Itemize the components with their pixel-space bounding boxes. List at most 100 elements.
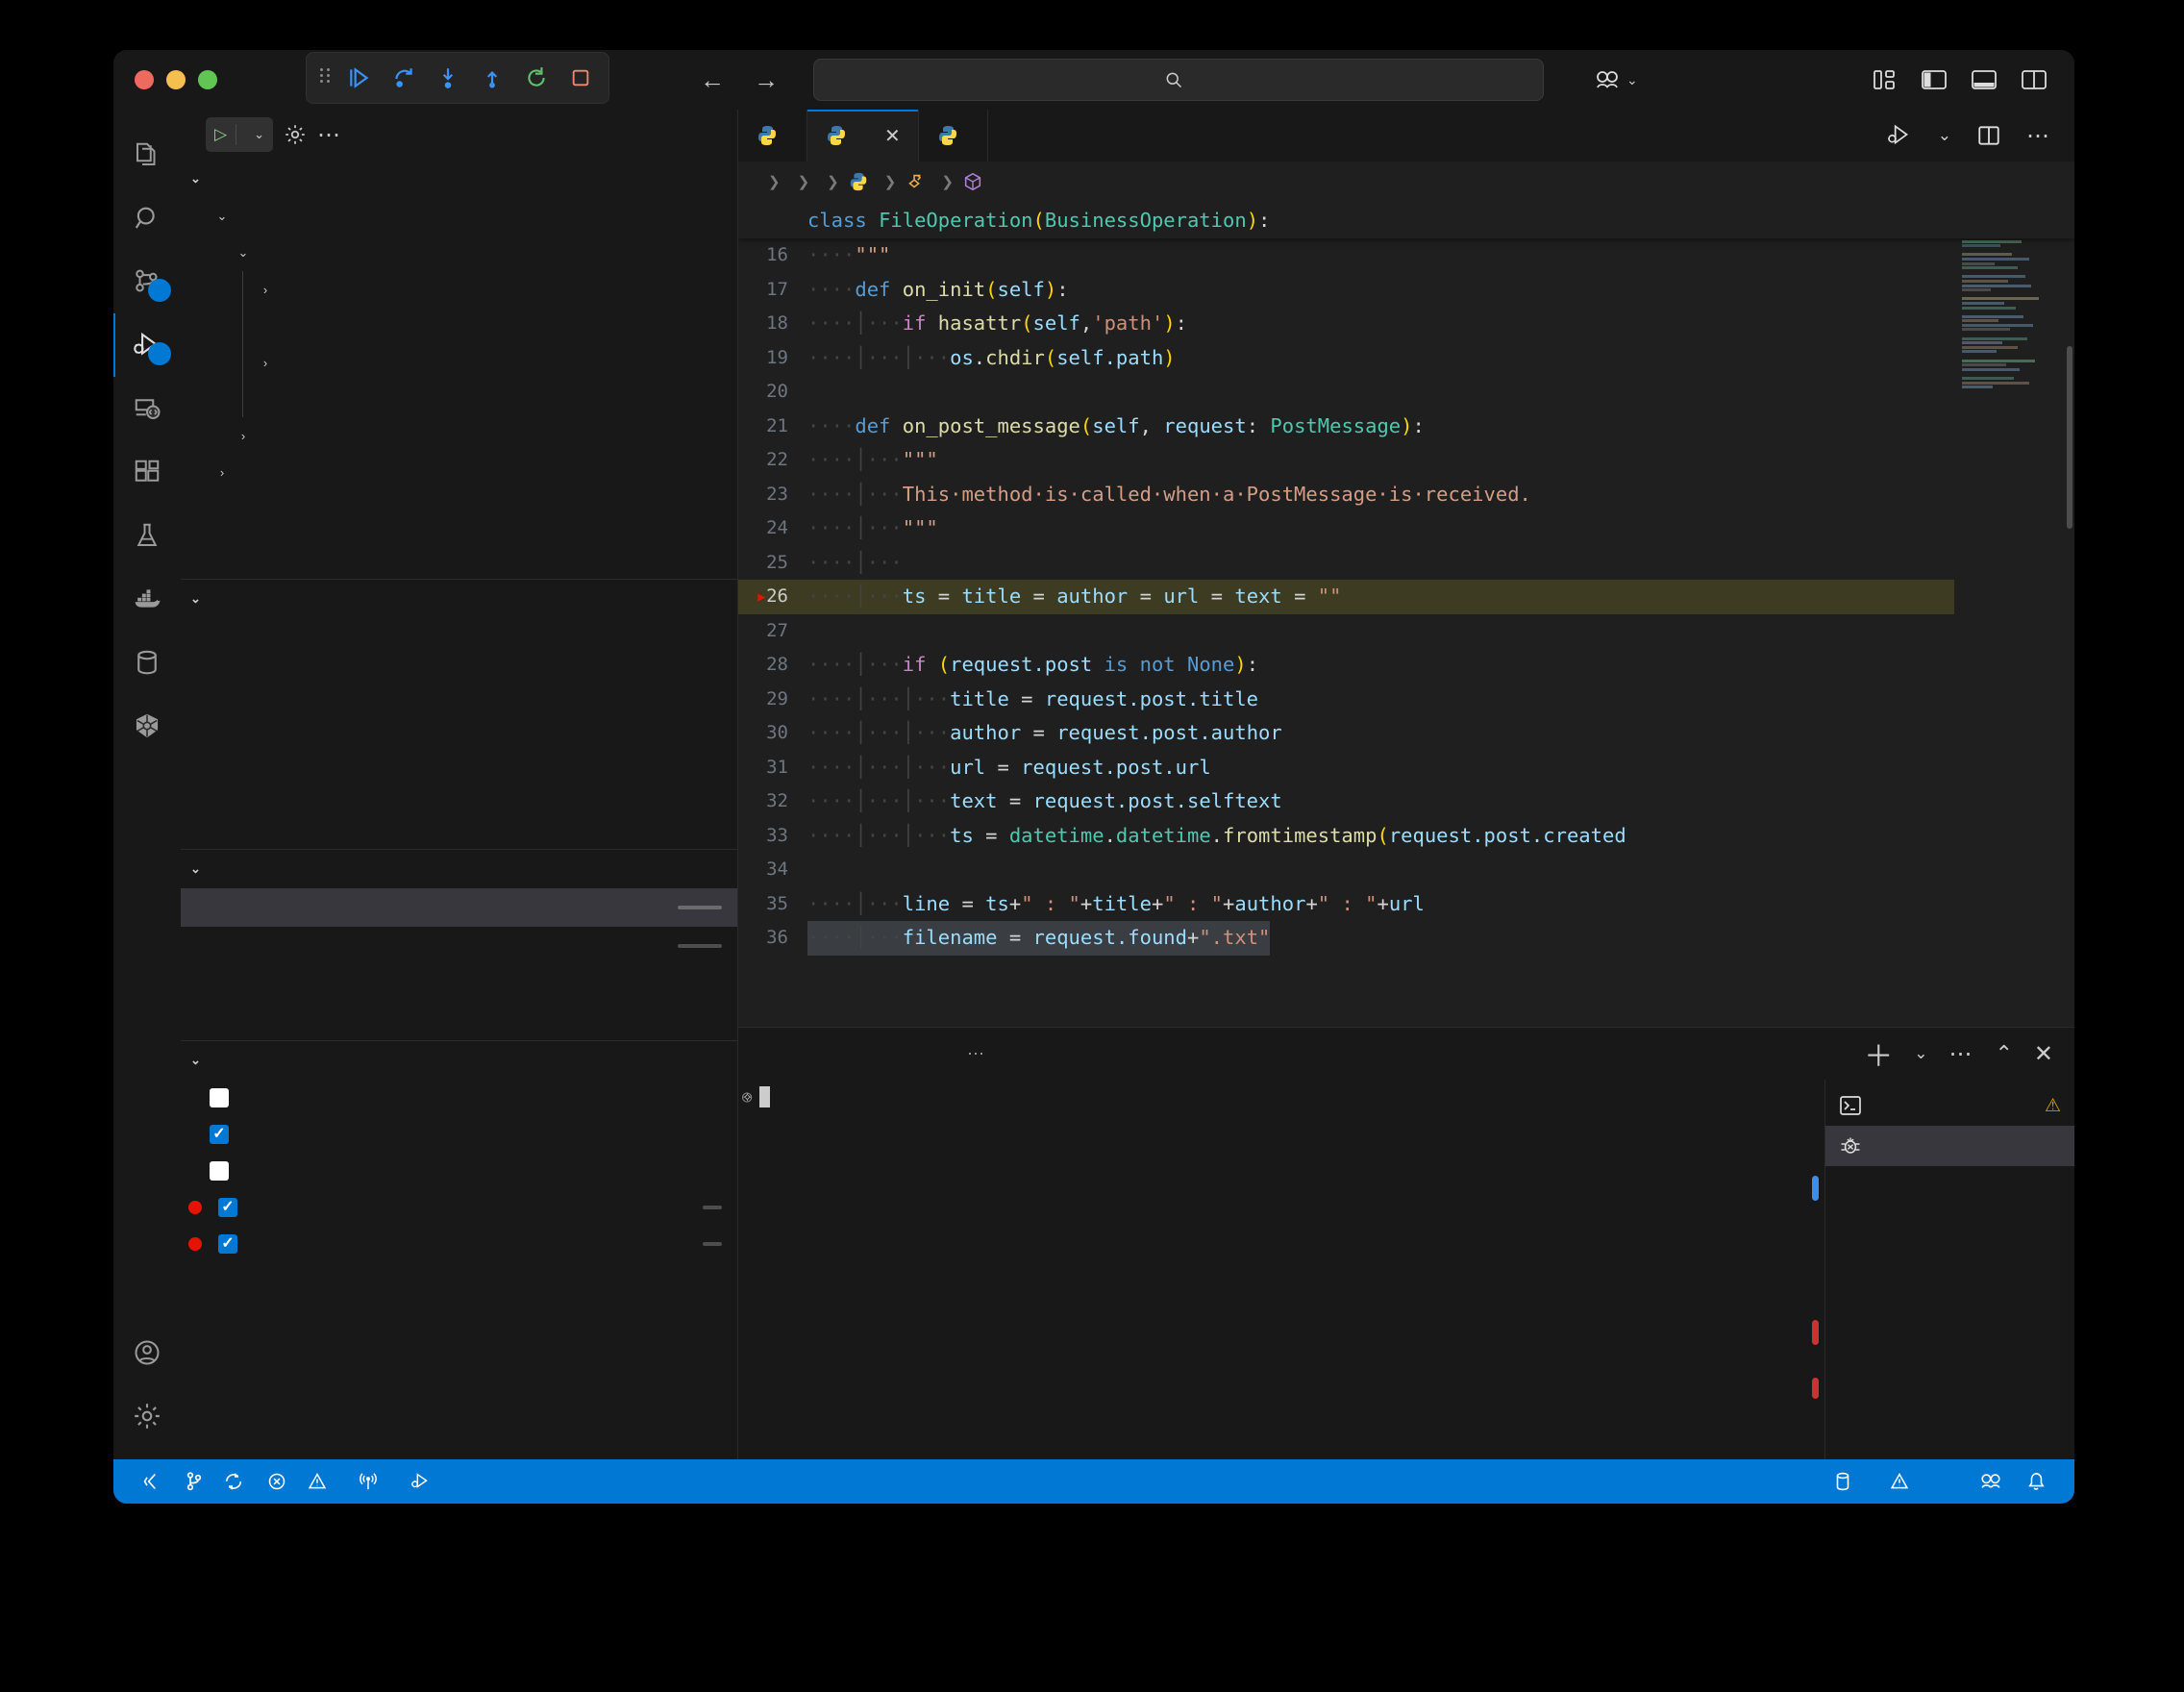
debug-restart-button[interactable]: [522, 63, 551, 92]
show-more-stack-frames-link[interactable]: [181, 965, 737, 981]
objectscript-status-button[interactable]: [1871, 1459, 1921, 1504]
variable-row[interactable]: [243, 381, 737, 417]
breadcrumb-item-class[interactable]: [905, 171, 932, 192]
breakpoint-checkbox[interactable]: [210, 1125, 229, 1144]
terminal-scroll-marker[interactable]: [1812, 1176, 1819, 1201]
errors-warnings-button[interactable]: [256, 1459, 346, 1504]
debug-step-out-button[interactable]: [478, 63, 507, 92]
ellipsis-icon[interactable]: ⋯: [1948, 1040, 1973, 1068]
debug-stop-button[interactable]: [566, 63, 595, 92]
sidebar-item-explorer[interactable]: [113, 123, 181, 187]
launch-configuration-selector[interactable]: ▷ ⌄: [206, 117, 273, 152]
breakpoint-row[interactable]: [181, 1226, 737, 1262]
tab-test_bo-py[interactable]: [738, 110, 807, 162]
accounts-status-button[interactable]: [1967, 1459, 2015, 1504]
chevron-up-icon[interactable]: ⌃: [1995, 1041, 2012, 1066]
sidebar-item-run-and-debug[interactable]: [113, 313, 181, 377]
close-icon[interactable]: ✕: [2034, 1040, 2053, 1068]
close-window-button[interactable]: [135, 70, 154, 89]
ellipsis-icon[interactable]: ⋯: [2026, 122, 2051, 150]
variable-row[interactable]: ›: [243, 344, 737, 381]
sync-changes-button[interactable]: [223, 1459, 256, 1504]
callstack-section-header[interactable]: ⌄: [181, 850, 737, 888]
minimize-window-button[interactable]: [166, 70, 186, 89]
variable-row[interactable]: ⌄: [181, 235, 737, 271]
code-line-current[interactable]: ▸ 26 ····│··· ts = title = author = url = …: [738, 580, 1954, 614]
breakpoint-row[interactable]: [181, 1189, 737, 1226]
breakpoint-row[interactable]: [181, 1080, 737, 1116]
panel-tabs-overflow-icon[interactable]: ⋯: [967, 1028, 986, 1080]
account-button[interactable]: [113, 1321, 181, 1384]
breakpoint-checkbox[interactable]: [210, 1161, 229, 1181]
sidebar-item-database[interactable]: [113, 631, 181, 694]
sidebar-item-source-control[interactable]: [113, 250, 181, 313]
layout-sidebar-right-icon[interactable]: [2021, 68, 2048, 91]
breakpoint-checkbox[interactable]: [210, 1088, 229, 1107]
minimap[interactable]: [1954, 202, 2074, 1027]
terminal-list-item-zsh[interactable]: ⚠: [1825, 1085, 2074, 1126]
terminal-output[interactable]: ✧ ○: [738, 1080, 1824, 1459]
terminal-scroll-marker[interactable]: [1812, 1378, 1819, 1399]
variable-row[interactable]: ›: [243, 271, 737, 308]
code-editor[interactable]: class FileOperation(BusinessOperation): …: [738, 202, 2074, 1027]
sidebar-item-search[interactable]: [113, 187, 181, 250]
drag-handle-icon[interactable]: [320, 68, 330, 87]
breakpoint-checkbox[interactable]: [218, 1198, 237, 1217]
chevron-down-icon[interactable]: ⌄: [1914, 1044, 1927, 1063]
sidebar-item-testing[interactable]: [113, 504, 181, 567]
run-debug-icon[interactable]: [1886, 123, 1913, 148]
chevron-down-icon[interactable]: ⌄: [254, 127, 273, 142]
debug-session-status[interactable]: [398, 1459, 452, 1504]
language-mode-button[interactable]: [1921, 1459, 1944, 1504]
stack-frame-row[interactable]: [181, 927, 737, 965]
breakpoints-section-header[interactable]: ⌄: [181, 1041, 737, 1080]
variable-row[interactable]: ›: [181, 417, 737, 454]
breakpoint-checkbox[interactable]: [218, 1234, 237, 1254]
ports-button[interactable]: [346, 1459, 398, 1504]
stack-frame-row[interactable]: [181, 888, 737, 927]
debug-step-into-button[interactable]: [434, 63, 462, 92]
back-button[interactable]: ←: [700, 65, 725, 95]
split-editor-icon[interactable]: [1976, 123, 2001, 148]
terminal-list-item-python-debug[interactable]: [1825, 1126, 2074, 1166]
debug-step-over-button[interactable]: [389, 63, 418, 92]
debug-continue-button[interactable]: [345, 63, 374, 92]
manage-settings-button[interactable]: [113, 1384, 181, 1448]
remote-indicator-button[interactable]: [131, 1459, 173, 1504]
command-center-search[interactable]: [813, 59, 1544, 101]
close-icon[interactable]: ✕: [884, 124, 901, 148]
branch-status-button[interactable]: [173, 1459, 223, 1504]
variables-section-header[interactable]: ⌄: [181, 160, 737, 198]
debug-settings-button[interactable]: [283, 122, 308, 147]
iris-connect-button[interactable]: [1823, 1459, 1871, 1504]
layout-panel-icon[interactable]: [1873, 68, 1898, 91]
breadcrumb-item-file[interactable]: [848, 171, 876, 192]
python-interpreter-button[interactable]: [1944, 1459, 1967, 1504]
accounts-button[interactable]: ⌄: [1594, 68, 1638, 91]
start-debugging-button[interactable]: ▷: [206, 125, 236, 144]
notifications-button[interactable]: [2015, 1459, 2057, 1504]
watch-section-header[interactable]: ⌄: [181, 580, 737, 618]
chevron-down-icon[interactable]: ⌄: [1938, 126, 1951, 145]
tab-bo-py[interactable]: ✕: [807, 110, 919, 162]
sidebar-item-extensions[interactable]: [113, 440, 181, 504]
variables-scope-locals[interactable]: ⌄: [181, 198, 737, 235]
sidebar-item-docker[interactable]: [113, 567, 181, 631]
sticky-scroll-line[interactable]: class FileOperation(BusinessOperation):: [738, 202, 2074, 238]
terminal-scroll-marker[interactable]: [1812, 1320, 1819, 1345]
forward-button[interactable]: →: [754, 65, 779, 95]
plus-icon[interactable]: ＋: [1864, 1033, 1893, 1075]
sidebar-item-remote-explorer[interactable]: [113, 377, 181, 440]
maximize-window-button[interactable]: [198, 70, 217, 89]
breakpoint-row[interactable]: [181, 1153, 737, 1189]
sidebar-item-kubernetes[interactable]: [113, 694, 181, 758]
code-lines[interactable]: 16 ···· """ 17 ···· def on_init(self): 18 ···…: [738, 202, 1954, 1027]
minimap-scrollbar[interactable]: [2067, 346, 2072, 529]
layout-panel-bottom-icon[interactable]: [1971, 68, 1998, 91]
tab-obj-py[interactable]: [918, 110, 988, 162]
breakpoint-row[interactable]: [181, 1116, 737, 1153]
breadcrumb-item-method[interactable]: [962, 171, 990, 192]
variables-scope-globals[interactable]: ›: [181, 454, 737, 490]
variable-row[interactable]: [243, 308, 737, 344]
layout-sidebar-left-icon[interactable]: [1921, 68, 1948, 91]
